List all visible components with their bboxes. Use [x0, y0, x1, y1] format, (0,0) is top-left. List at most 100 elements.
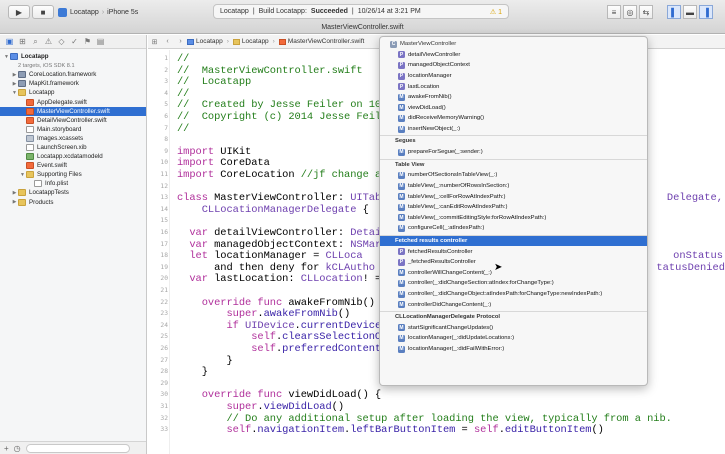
tree-row[interactable]: LaunchScreen.xib [0, 143, 146, 152]
code-line[interactable]: var detailViewController: Detai [177, 227, 381, 239]
report-icon[interactable]: ▤ [96, 37, 105, 46]
breadcrumb-group[interactable]: Locatapp [232, 38, 269, 45]
menu-item[interactable]: PfetchedResultsController [380, 246, 647, 257]
breakpoint-icon[interactable]: ⚑ [83, 37, 92, 46]
warning-badge[interactable]: ⚠ 1 [490, 8, 502, 16]
tree-row[interactable]: 2 targets, iOS SDK 8.1 [0, 61, 146, 70]
code-line[interactable]: let locationManager = CLLoca [177, 250, 362, 262]
menu-section-header-selected[interactable]: Fetched results controller [380, 235, 647, 247]
forward-icon[interactable]: › [174, 38, 187, 45]
run-button[interactable]: ▶ [8, 5, 30, 19]
code-line[interactable]: override func viewDidLoad() { [177, 389, 381, 401]
menu-item[interactable]: P _fetchedResultsController [380, 257, 647, 268]
menu-item[interactable]: MnumberOfSectionsInTableView(_:) [380, 170, 647, 181]
code-line[interactable]: class MasterViewController: UITab [177, 192, 381, 204]
stop-button[interactable]: ■ [32, 5, 54, 19]
menu-item[interactable]: MlocationManager(_:didUpdateLocations:) [380, 333, 647, 344]
code-line[interactable]: // [177, 123, 189, 135]
code-line[interactable]: import CoreData [177, 157, 270, 169]
code-line[interactable]: } [177, 366, 208, 378]
menu-item[interactable]: MtableView(_:numberOfRowsInSection:) [380, 181, 647, 192]
breadcrumb-project[interactable]: Locatapp [187, 38, 223, 45]
code-line[interactable]: if UIDevice.currentDevice [177, 320, 381, 332]
tree-row[interactable]: ▶ LocatappTests [0, 188, 146, 197]
menu-item[interactable]: PlastLocation [380, 81, 647, 92]
tree-row[interactable]: Images.xcassets [0, 134, 146, 143]
version-editor-button[interactable]: ⇆ [639, 5, 653, 19]
menu-item-class[interactable]: C MasterViewController [380, 39, 647, 50]
assistant-editor-button[interactable]: ◎ [623, 5, 637, 19]
project-icon[interactable]: ▣ [5, 37, 14, 46]
code-line[interactable]: // Created by Jesse Feiler on 10 [177, 99, 381, 111]
menu-item[interactable]: MstartSignificantChangeUpdates() [380, 323, 647, 334]
menu-item[interactable]: MlocationManager(_:didFailWithError:) [380, 344, 647, 355]
tree-row[interactable]: ▶ MapKit.framework [0, 79, 146, 88]
utilities-toggle-button[interactable]: ▐ [699, 5, 713, 19]
tree-row[interactable]: ▶ Products [0, 198, 146, 207]
tree-row[interactable]: Locatapp.xcdatamodeld [0, 152, 146, 161]
navigator-toggle-button[interactable]: ▌ [667, 5, 681, 19]
code-line[interactable]: and then deny for kCLAutho [177, 262, 375, 274]
code-line[interactable]: } [177, 355, 232, 367]
search-icon[interactable]: ⌕ [31, 37, 40, 47]
tree-row[interactable]: Event.swift [0, 161, 146, 170]
menu-item[interactable]: PlocationManager [380, 71, 647, 82]
disclosure-triangle-icon[interactable]: ▶ [11, 72, 18, 78]
menu-item[interactable]: PmanagedObjectContext [380, 60, 647, 71]
menu-item[interactable]: MdidReceiveMemoryWarning() [380, 113, 647, 124]
code-line[interactable]: override func awakeFromNib() [177, 297, 375, 309]
code-line[interactable]: self.preferredContent [177, 343, 381, 355]
issue-icon[interactable]: ⚠ [44, 37, 53, 46]
menu-item[interactable]: PdetailViewController [380, 50, 647, 61]
debug-icon[interactable]: ✓ [70, 37, 79, 46]
menu-item[interactable]: MtableView(_:cellForRowAtIndexPath:) [380, 191, 647, 202]
menu-item[interactable]: MprepareForSegue(_:sender:) [380, 147, 647, 158]
code-line[interactable]: // Do any additional setup after loading… [177, 413, 671, 425]
menu-item[interactable]: McontrollerWillChangeContent(_:) [380, 268, 647, 279]
code-line[interactable]: var lastLocation: CLLocation! = [177, 273, 381, 285]
code-line[interactable]: // [177, 53, 189, 65]
related-items-icon[interactable]: ⊞ [148, 38, 161, 46]
code-line[interactable]: var managedObjectContext: NSMar [177, 239, 381, 251]
back-icon[interactable]: ‹ [161, 38, 174, 45]
disclosure-triangle-icon[interactable]: ▼ [19, 172, 26, 178]
code-line[interactable]: self.clearsSelectionO [177, 331, 381, 343]
tree-row[interactable]: MasterViewController.swift [0, 106, 146, 116]
code-line[interactable]: // Copyright (c) 2014 Jesse Feil [177, 111, 381, 123]
code-line[interactable]: import CoreLocation //jf change a [177, 169, 381, 181]
tree-row[interactable]: AppDelegate.swift [0, 97, 146, 106]
code-line[interactable]: CLLocationManagerDelegate { [177, 204, 369, 216]
tree-row[interactable]: ▼ Supporting Files [0, 170, 146, 179]
menu-item[interactable]: MtableView(_:commitEditingStyle:forRowAt… [380, 213, 647, 224]
disclosure-triangle-icon[interactable]: ▼ [3, 54, 10, 60]
menu-item[interactable]: MinsertNewObject(_:) [380, 124, 647, 135]
code-line[interactable]: super.awakeFromNib() [177, 308, 350, 320]
menu-item[interactable]: MconfigureCell(_:atIndexPath:) [380, 223, 647, 234]
disclosure-triangle-icon[interactable]: ▶ [11, 199, 18, 205]
code-line[interactable]: // Locatapp [177, 76, 251, 88]
tree-row[interactable]: DetailViewController.swift [0, 116, 146, 125]
menu-item[interactable]: MawakeFromNib() [380, 92, 647, 103]
tree-row[interactable]: ▼ Locatapp [0, 52, 146, 61]
menu-item[interactable]: MviewDidLoad() [380, 103, 647, 114]
code-line[interactable]: // [177, 88, 189, 100]
add-icon[interactable]: + [4, 444, 9, 453]
filter-input[interactable] [25, 443, 130, 453]
test-icon[interactable]: ◇ [57, 37, 66, 46]
scheme-selector[interactable]: Locatapp › iPhone 5s [58, 5, 150, 19]
menu-item[interactable]: McontrollerDidChangeContent(_:) [380, 299, 647, 310]
tree-row[interactable]: ▼ Locatapp [0, 88, 146, 97]
symbol-icon[interactable]: ⊞ [18, 37, 27, 46]
tree-row[interactable]: Main.storyboard [0, 125, 146, 134]
tree-row[interactable]: ▶ CoreLocation.framework [0, 70, 146, 79]
code-line[interactable]: import UIKit [177, 146, 251, 158]
recent-icon[interactable]: ◷ [14, 444, 21, 453]
debug-toggle-button[interactable]: ▬ [683, 5, 697, 19]
disclosure-triangle-icon[interactable]: ▶ [11, 190, 18, 196]
code-line[interactable]: self.navigationItem.leftBarButtonItem = … [177, 424, 603, 436]
menu-item[interactable]: Mcontroller(_:didChangeObject:atIndexPat… [380, 289, 647, 300]
code-line[interactable]: // MasterViewController.swift [177, 65, 363, 77]
menu-item[interactable]: MtableView(_:canEditRowAtIndexPath:) [380, 202, 647, 213]
menu-item[interactable]: Mcontroller(_:didChangeSection:atIndex:f… [380, 278, 647, 289]
breadcrumb-file[interactable]: MasterViewController.swift [278, 38, 364, 45]
